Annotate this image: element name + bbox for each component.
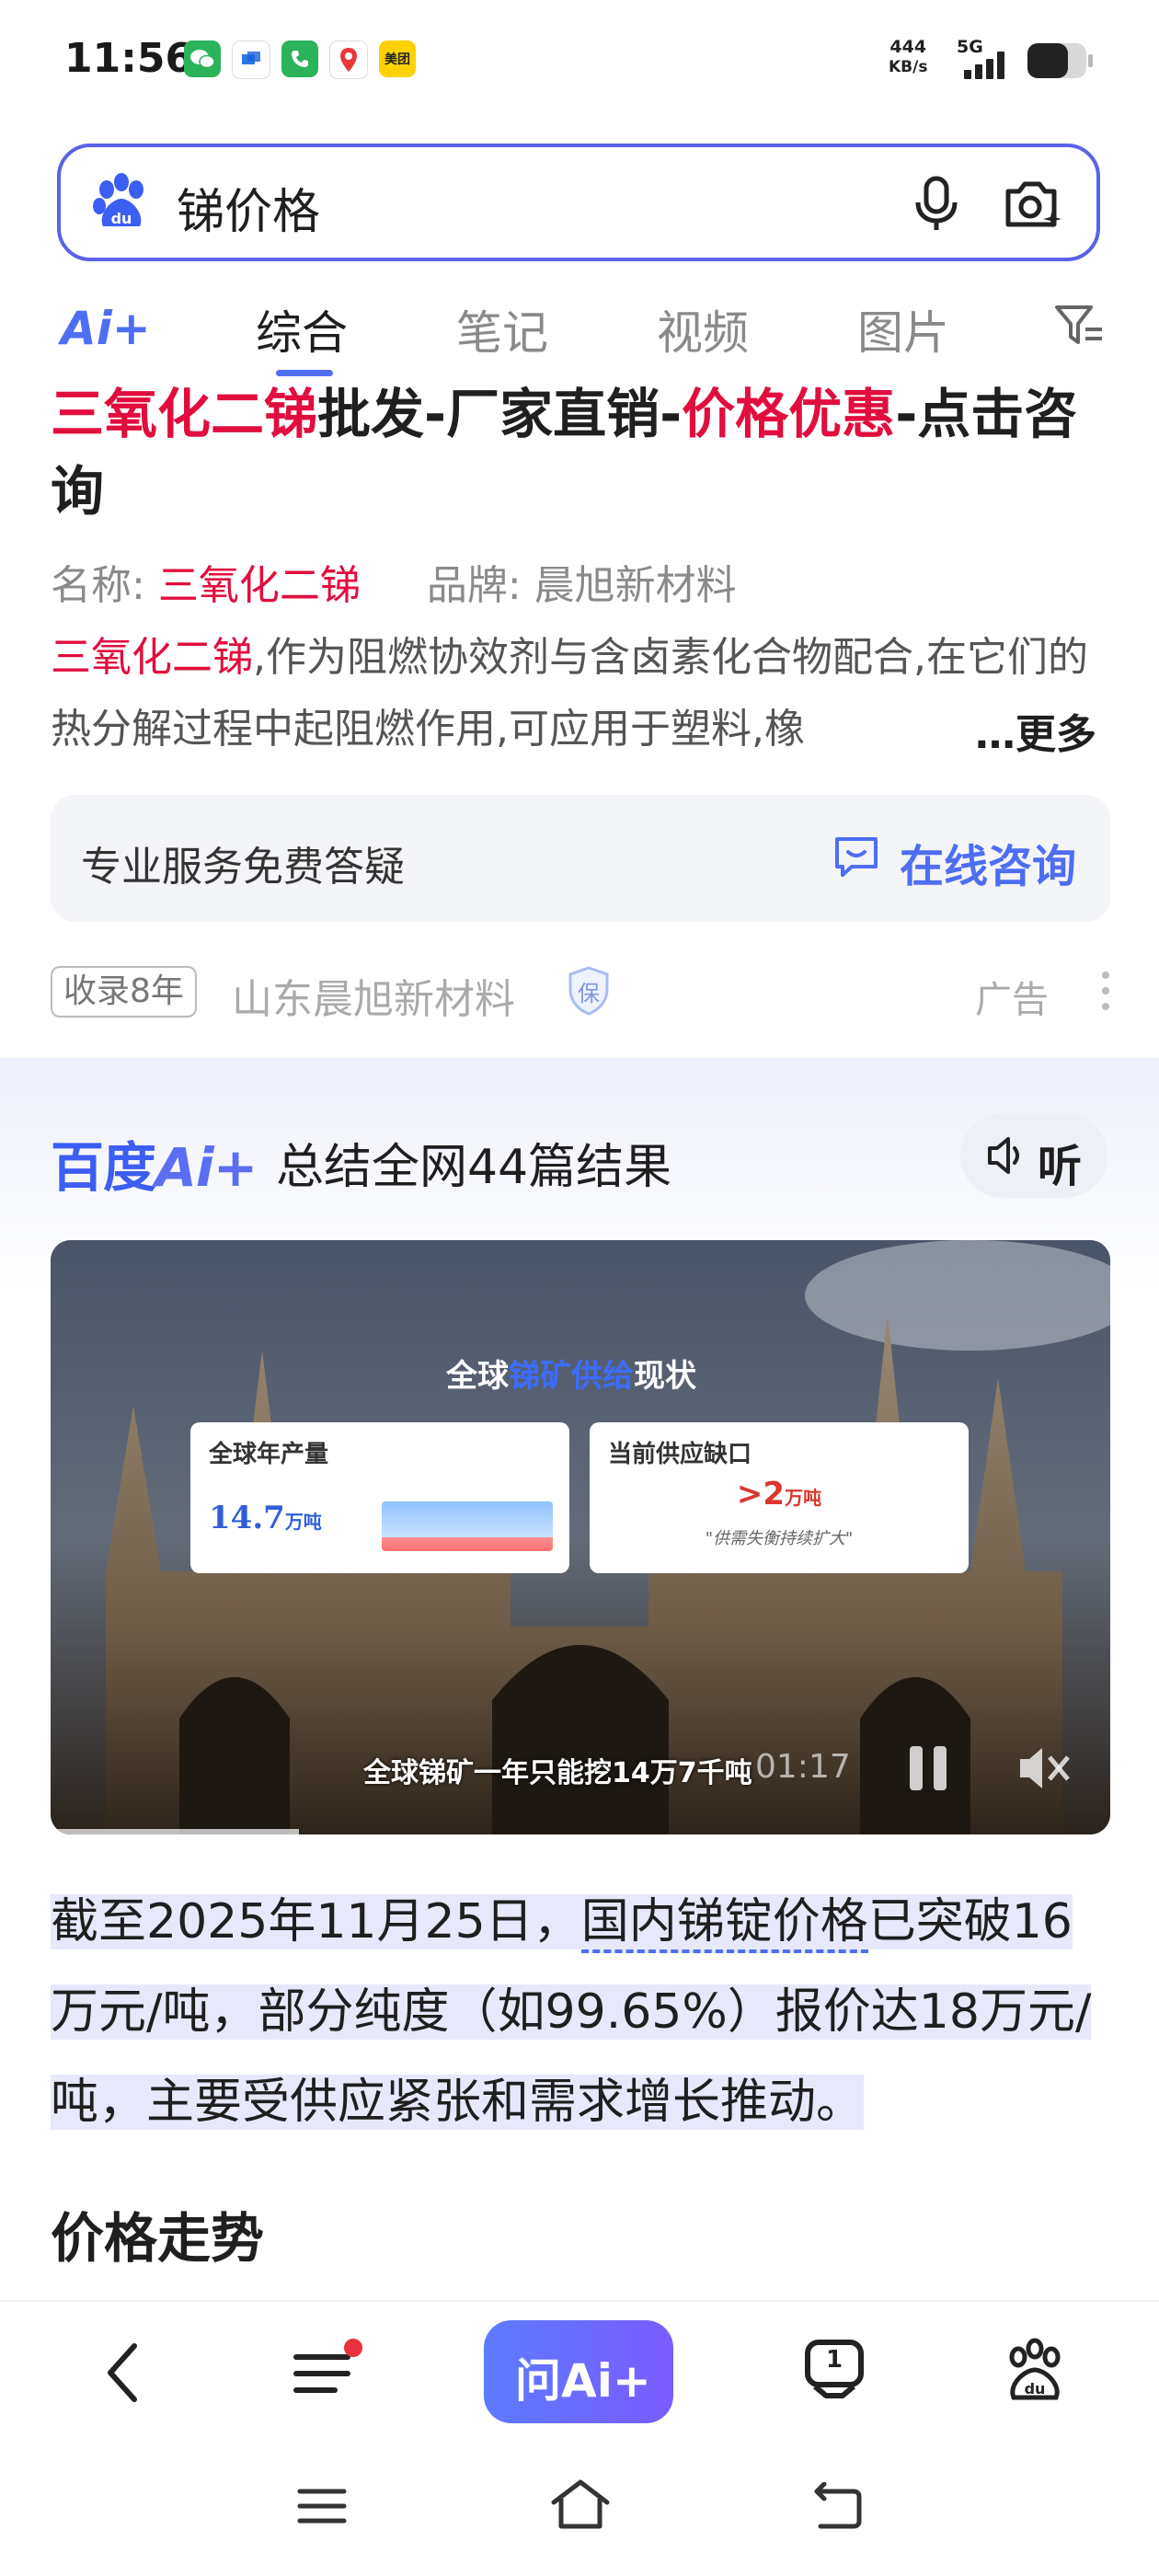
ad-label: 广告 bbox=[975, 979, 1049, 1021]
net-speed-unit: KB/s bbox=[889, 58, 928, 76]
video-title: 全球锑矿供给现状 bbox=[446, 1351, 696, 1396]
svg-text:du: du bbox=[1025, 2380, 1046, 2398]
video-player[interactable]: 全球锑矿供给现状 全球年产量 14.7万吨 当前供应缺口 >2万吨 "供需失衡持… bbox=[51, 1240, 1110, 1834]
microphone-icon[interactable] bbox=[909, 175, 964, 237]
video-card-gap-unit: 万吨 bbox=[785, 1487, 822, 1509]
camera-search-icon[interactable] bbox=[1001, 175, 1063, 237]
video-card-gap-title: 当前供应缺口 bbox=[608, 1441, 752, 1468]
chat-icon[interactable] bbox=[832, 832, 881, 885]
recent-apps-icon[interactable] bbox=[294, 2484, 350, 2534]
battery-icon bbox=[1027, 42, 1095, 79]
menu-icon[interactable] bbox=[293, 2337, 364, 2410]
baidu-paw-icon[interactable]: du bbox=[90, 171, 153, 237]
ad-title-keyword-2[interactable]: 价格优惠 bbox=[682, 383, 895, 445]
tab-notes[interactable]: 笔记 bbox=[456, 296, 548, 362]
ai-summary-text: 截至2025年11月25日，国内锑锭价格已突破16万元/吨，部分纯度（如99.6… bbox=[51, 1877, 1118, 2147]
video-timestamp: 01:17 bbox=[755, 1748, 851, 1786]
video-subtitle: 全球锑矿一年只能挖14万7千吨 bbox=[363, 1757, 752, 1789]
video-card-output-number: 14.7 bbox=[209, 1500, 285, 1536]
ad-brand-value: 晨旭新材料 bbox=[534, 562, 737, 609]
video-card-gap-quote: "供需失衡持续扩大" bbox=[705, 1529, 854, 1548]
ask-ai-label[interactable]: 问Ai+ bbox=[515, 2344, 651, 2410]
net-speed: 444 KB/s bbox=[889, 37, 927, 77]
video-card-output-value: 14.7万吨 bbox=[209, 1500, 322, 1536]
net-speed-value: 444 bbox=[889, 37, 927, 57]
baidu-ai-logo: 百度Ai+ bbox=[51, 1124, 258, 1202]
wechat-icon bbox=[184, 40, 221, 77]
speaker-icon[interactable] bbox=[984, 1133, 1028, 1181]
search-query[interactable]: 锑价格 bbox=[177, 173, 320, 242]
video-card-gap-number: >2 bbox=[736, 1476, 786, 1512]
baidu-ai-logo-text: 百度 bbox=[51, 1136, 156, 1199]
video-card-output-unit: 万吨 bbox=[284, 1511, 322, 1533]
home-icon[interactable] bbox=[548, 2478, 613, 2534]
signal-icon: 5G bbox=[957, 37, 1021, 83]
ai-summary-header: 总结全网44篇结果 bbox=[276, 1140, 672, 1195]
message-app-icon bbox=[232, 40, 270, 79]
maps-app-icon bbox=[329, 40, 368, 79]
ad-name-label: 名称: bbox=[51, 562, 145, 609]
online-consult-button[interactable]: 在线咨询 bbox=[900, 830, 1076, 894]
back-gesture-icon[interactable] bbox=[809, 2481, 865, 2534]
phone-app-icon bbox=[281, 40, 318, 77]
baidu-ai-logo-suffix: Ai+ bbox=[155, 1136, 258, 1199]
video-title-c: 现状 bbox=[634, 1358, 696, 1395]
consult-text: 专业服务免费答疑 bbox=[81, 844, 405, 891]
ad-source[interactable]: 山东晨旭新材料 bbox=[232, 966, 515, 1025]
summary-keyword-link[interactable]: 国内锑锭价格 bbox=[580, 1894, 868, 1953]
video-card-output-bar bbox=[382, 1501, 553, 1551]
notification-icons: 美团 bbox=[184, 40, 416, 79]
tab-all[interactable]: 综合 bbox=[256, 296, 348, 362]
ai-tab-logo[interactable]: Ai+ bbox=[61, 302, 151, 355]
years-badge: 收录8年 bbox=[51, 966, 197, 1018]
ad-desc-keyword: 三氧化二锑 bbox=[51, 634, 253, 681]
tab-images[interactable]: 图片 bbox=[857, 296, 949, 362]
svg-text:du: du bbox=[111, 210, 132, 227]
pause-icon[interactable] bbox=[906, 1742, 952, 1798]
tabs-icon[interactable]: 1 bbox=[802, 2337, 866, 2401]
tab-videos[interactable]: 视频 bbox=[657, 296, 749, 362]
shield-icon: 保 bbox=[567, 966, 611, 1016]
ad-name-value: 三氧化二锑 bbox=[157, 562, 361, 609]
summary-text-1: 截至2025年11月25日， bbox=[51, 1894, 581, 1949]
listen-label[interactable]: 听 bbox=[1038, 1130, 1082, 1194]
tab-count: 1 bbox=[825, 2346, 843, 2374]
more-link[interactable]: …更多 bbox=[975, 701, 1096, 760]
ad-brand-label: 品牌: bbox=[426, 562, 522, 609]
meituan-icon: 美团 bbox=[379, 40, 416, 77]
ad-title-keyword[interactable]: 三氧化二锑 bbox=[51, 383, 317, 445]
video-card-output-title: 全球年产量 bbox=[209, 1441, 329, 1468]
video-card-gap: 当前供应缺口 >2万吨 "供需失衡持续扩大" bbox=[590, 1422, 969, 1573]
ad-title[interactable]: 三氧化二锑批发-厂家直销-价格优惠-点击咨询 bbox=[51, 375, 1108, 530]
ad-meta: 名称: 三氧化二锑 品牌: 晨旭新材料 bbox=[51, 552, 737, 611]
video-title-a: 全球 bbox=[446, 1358, 509, 1395]
section-title: 价格走势 bbox=[51, 2207, 265, 2270]
more-options-icon[interactable] bbox=[1100, 970, 1111, 1016]
back-icon[interactable] bbox=[99, 2340, 145, 2409]
baidu-profile-icon[interactable]: du bbox=[1003, 2337, 1067, 2407]
filter-icon[interactable] bbox=[1054, 304, 1106, 351]
status-time: 11:56 bbox=[64, 35, 194, 82]
video-card-output: 全球年产量 14.7万吨 bbox=[190, 1422, 569, 1573]
video-card-gap-value: >2万吨 bbox=[590, 1476, 969, 1512]
shield-label: 保 bbox=[578, 981, 600, 1006]
ad-title-text[interactable]: 批发-厂家直销- bbox=[317, 383, 682, 445]
mute-icon[interactable] bbox=[1016, 1742, 1072, 1798]
video-title-b: 锑矿供给 bbox=[509, 1358, 634, 1395]
listen-button[interactable] bbox=[960, 1113, 1107, 1198]
